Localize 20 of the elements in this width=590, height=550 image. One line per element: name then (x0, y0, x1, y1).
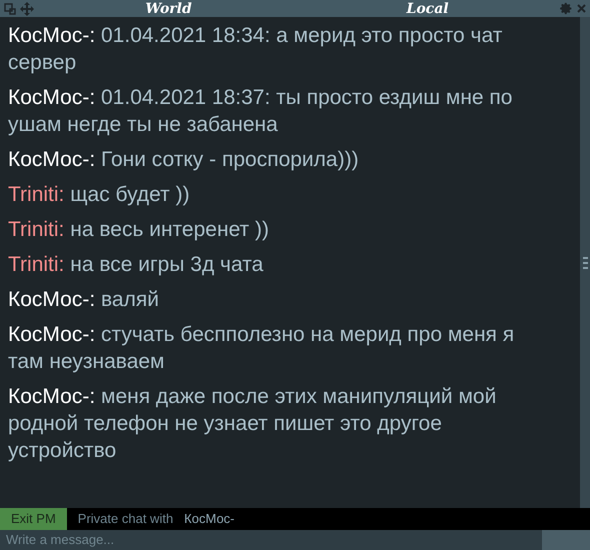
chat-message: Triniti: щас будет )) (8, 182, 191, 208)
scrollbar[interactable] (580, 17, 590, 508)
tab[interactable]: Local (406, 2, 449, 16)
message-input[interactable]: Write a message... (0, 530, 542, 550)
move-icon[interactable] (20, 2, 34, 16)
chat-message: КосМос-: 01.04.2021 18:37: ты просто ездиш мне по ушам негде ты не забанена (8, 85, 514, 138)
popout-icon[interactable] (4, 2, 16, 14)
private-chat-label: Private chat with (78, 510, 174, 528)
chat-message: КосМос-: Гони сотку - проспорила))) (8, 147, 360, 173)
tab[interactable]: World (145, 2, 192, 16)
chat-partner: КосМос- (184, 510, 235, 528)
settings-icon[interactable] (560, 2, 573, 15)
chat-message: Triniti: на весь интеренет )) (8, 217, 270, 243)
chat-message: КосМос-: валяй (8, 287, 160, 313)
close-icon[interactable] (577, 4, 586, 13)
chat-message: КосМос-: меня даже после этих манипуляций мой родной телефон не узнает пишет это другое устройство (8, 384, 498, 464)
chat-message: КосМос-: 01.04.2021 18:34: а мерид это просто чат сервер (8, 23, 504, 76)
exit-pm-button[interactable]: Exit PM (0, 508, 67, 530)
chat-message: КосМос-: стучать беспполезно на мерид про меня я там неузнаваем (8, 322, 516, 375)
chat-message: Triniti: на все игры 3д чата (8, 252, 264, 278)
